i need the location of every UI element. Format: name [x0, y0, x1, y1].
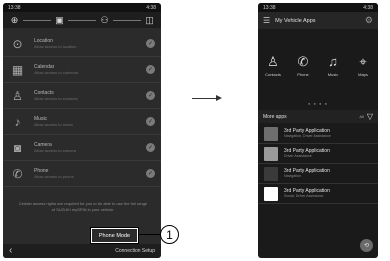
status-time: 13:38 [263, 4, 276, 11]
list-item[interactable]: 3rd Party Application Social, Driver Ass… [258, 184, 378, 204]
permission-row-contacts[interactable]: ♙ Contacts Allow access to contacts ✓ [3, 83, 161, 109]
person-icon: ⚇ [100, 14, 109, 25]
right-phone-screen: 13:38 4:38 ☰ My Vehicle Apps ⚙ ♙ Contact… [258, 3, 378, 258]
left-phone-screen: 13:38 4:38 ⊕ ▣ ⚇ ◫ ⊙ Location Allow acce… [3, 3, 161, 258]
fav-maps[interactable]: ⌖ Maps [351, 53, 375, 78]
app-category: Navigation [284, 174, 301, 179]
location-icon: ⊙ [12, 36, 23, 51]
app-category: Navigation, Driver Assistance [284, 134, 331, 139]
status-bar: 13:38 4:38 [258, 3, 378, 12]
more-apps-label: More apps [263, 113, 287, 120]
fav-label: Music [327, 72, 339, 77]
refresh-icon[interactable]: ⟲ [360, 239, 373, 252]
permission-row-camera[interactable]: ◙ Camera Allow access to camera ✓ [3, 135, 161, 161]
gear-icon[interactable]: ⚙ [365, 15, 373, 26]
app-thumbnail [264, 186, 278, 201]
fav-label: Maps [358, 72, 368, 77]
fav-music[interactable]: ♫ Music [321, 53, 345, 77]
connection-setup-button[interactable]: Connection Setup [115, 248, 155, 254]
step-divider [23, 19, 51, 21]
list-item[interactable]: 3rd Party Application Driver Assistance [258, 144, 378, 164]
globe-icon: ⊕ [10, 14, 19, 25]
phone-icon: ▣ [55, 14, 64, 25]
status-bar: 13:38 4:38 [3, 3, 161, 12]
phone-call-icon: ✆ [12, 166, 23, 181]
step-divider [113, 19, 141, 21]
filter-icon[interactable]: ▽ [367, 112, 373, 121]
permission-desc: Allow access to calendar [34, 70, 79, 75]
music-icon: ♪ [14, 114, 21, 129]
arrow-head-icon [216, 95, 222, 101]
app-thumbnail [264, 126, 278, 141]
app-thumbnail [264, 146, 278, 161]
fav-phone[interactable]: ✆ Phone [291, 53, 315, 78]
check-icon[interactable]: ✓ [146, 143, 155, 152]
app-header: ☰ My Vehicle Apps ⚙ [258, 12, 378, 29]
permission-list: ⊙ Location Allow access to location ✓ ▦ … [3, 31, 161, 187]
list-item[interactable]: 3rd Party Application Navigation [258, 164, 378, 184]
permission-desc: Allow access to location [34, 44, 77, 49]
check-icon[interactable]: ✓ [146, 117, 155, 126]
bottom-bar: ‹ Connection Setup [3, 244, 161, 258]
phone-mode-button[interactable]: Phone Mode [91, 228, 138, 243]
app-category: Social, Driver Assistance [284, 194, 324, 199]
menu-icon[interactable]: ☰ [263, 16, 270, 25]
permission-row-location[interactable]: ⊙ Location Allow access to location ✓ [3, 31, 161, 57]
permission-desc: Allow access to contacts [34, 96, 78, 101]
app-thumbnail [264, 166, 278, 181]
check-icon[interactable]: ✓ [146, 91, 155, 100]
calendar-icon: ▦ [11, 62, 24, 77]
back-arrow-icon[interactable]: ‹ [9, 246, 12, 256]
phone-icon: ✆ [297, 53, 309, 69]
more-apps-header: More apps All ▽ [258, 110, 378, 123]
step-divider [68, 19, 96, 21]
music-icon: ♫ [328, 54, 338, 69]
contacts-icon: ♙ [267, 53, 279, 69]
car-icon: ◫ [145, 14, 154, 25]
fav-contacts[interactable]: ♙ Contacts [261, 53, 285, 78]
permission-desc: Allow access to camera [34, 148, 77, 153]
permission-row-calendar[interactable]: ▦ Calendar Allow access to calendar ✓ [3, 57, 161, 83]
setup-progress: ⊕ ▣ ⚇ ◫ [3, 12, 161, 28]
callout-line [138, 234, 160, 235]
map-pin-icon: ⌖ [359, 53, 367, 69]
permission-row-music[interactable]: ♪ Music Allow access to music ✓ [3, 109, 161, 135]
fav-label: Phone [297, 72, 309, 77]
fav-label: Contacts [265, 72, 281, 77]
list-item[interactable]: 3rd Party Application Navigation, Driver… [258, 124, 378, 144]
status-right: 4:38 [146, 4, 156, 11]
contacts-icon: ♙ [12, 88, 23, 103]
status-right: 4:38 [363, 4, 373, 11]
permission-disclaimer: Certain access rights are required for y… [18, 201, 148, 212]
permission-desc: Allow access to phone [34, 174, 74, 179]
camera-icon: ◙ [13, 140, 22, 155]
page-title: My Vehicle Apps [275, 17, 316, 24]
status-time: 13:38 [8, 4, 21, 11]
check-icon[interactable]: ✓ [146, 169, 155, 178]
permission-desc: Allow access to music [34, 122, 74, 127]
page-indicator: ● ● ● ● [308, 101, 328, 106]
filter-all-label[interactable]: All [359, 114, 363, 119]
check-icon[interactable]: ✓ [146, 65, 155, 74]
permission-row-phone[interactable]: ✆ Phone Allow access to phone ✓ [3, 161, 161, 187]
app-category: Driver Assistance [284, 154, 312, 159]
app-list: 3rd Party Application Navigation, Driver… [258, 124, 378, 204]
check-icon[interactable]: ✓ [146, 39, 155, 48]
favorite-apps: ♙ Contacts ✆ Phone ♫ Music ⌖ Maps [258, 53, 378, 78]
transition-arrow [192, 98, 218, 99]
callout-number: 1 [160, 225, 179, 244]
